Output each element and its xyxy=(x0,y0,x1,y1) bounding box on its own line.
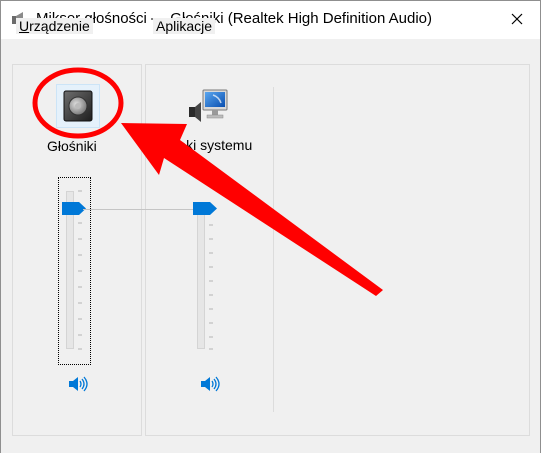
device-name-label: Głośniki xyxy=(47,138,97,154)
app-mute-button[interactable] xyxy=(199,374,221,394)
app-volume-track[interactable] xyxy=(197,211,205,349)
close-button[interactable] xyxy=(494,1,540,37)
app-column-separator xyxy=(273,87,274,412)
app-volume-ticks xyxy=(209,210,213,350)
app-volume-thumb[interactable] xyxy=(193,202,217,215)
volume-mixer-window: Mikser głośności — Głośniki (Realtek Hig… xyxy=(0,0,541,453)
applications-group-label: Aplikacje xyxy=(153,18,216,34)
system-sounds-icon[interactable] xyxy=(187,87,229,123)
window-title: Mikser głośności — Głośniki (Realtek Hig… xyxy=(36,10,432,27)
device-mute-button[interactable] xyxy=(67,374,89,394)
close-icon xyxy=(511,13,523,25)
app-name-label: Dźwięki systemu xyxy=(148,137,253,153)
speaker-device-button[interactable] xyxy=(56,84,100,128)
devices-group-label: Urządzenie xyxy=(16,18,93,34)
speaker-device-icon xyxy=(63,90,93,122)
volume-link-line xyxy=(83,209,195,210)
